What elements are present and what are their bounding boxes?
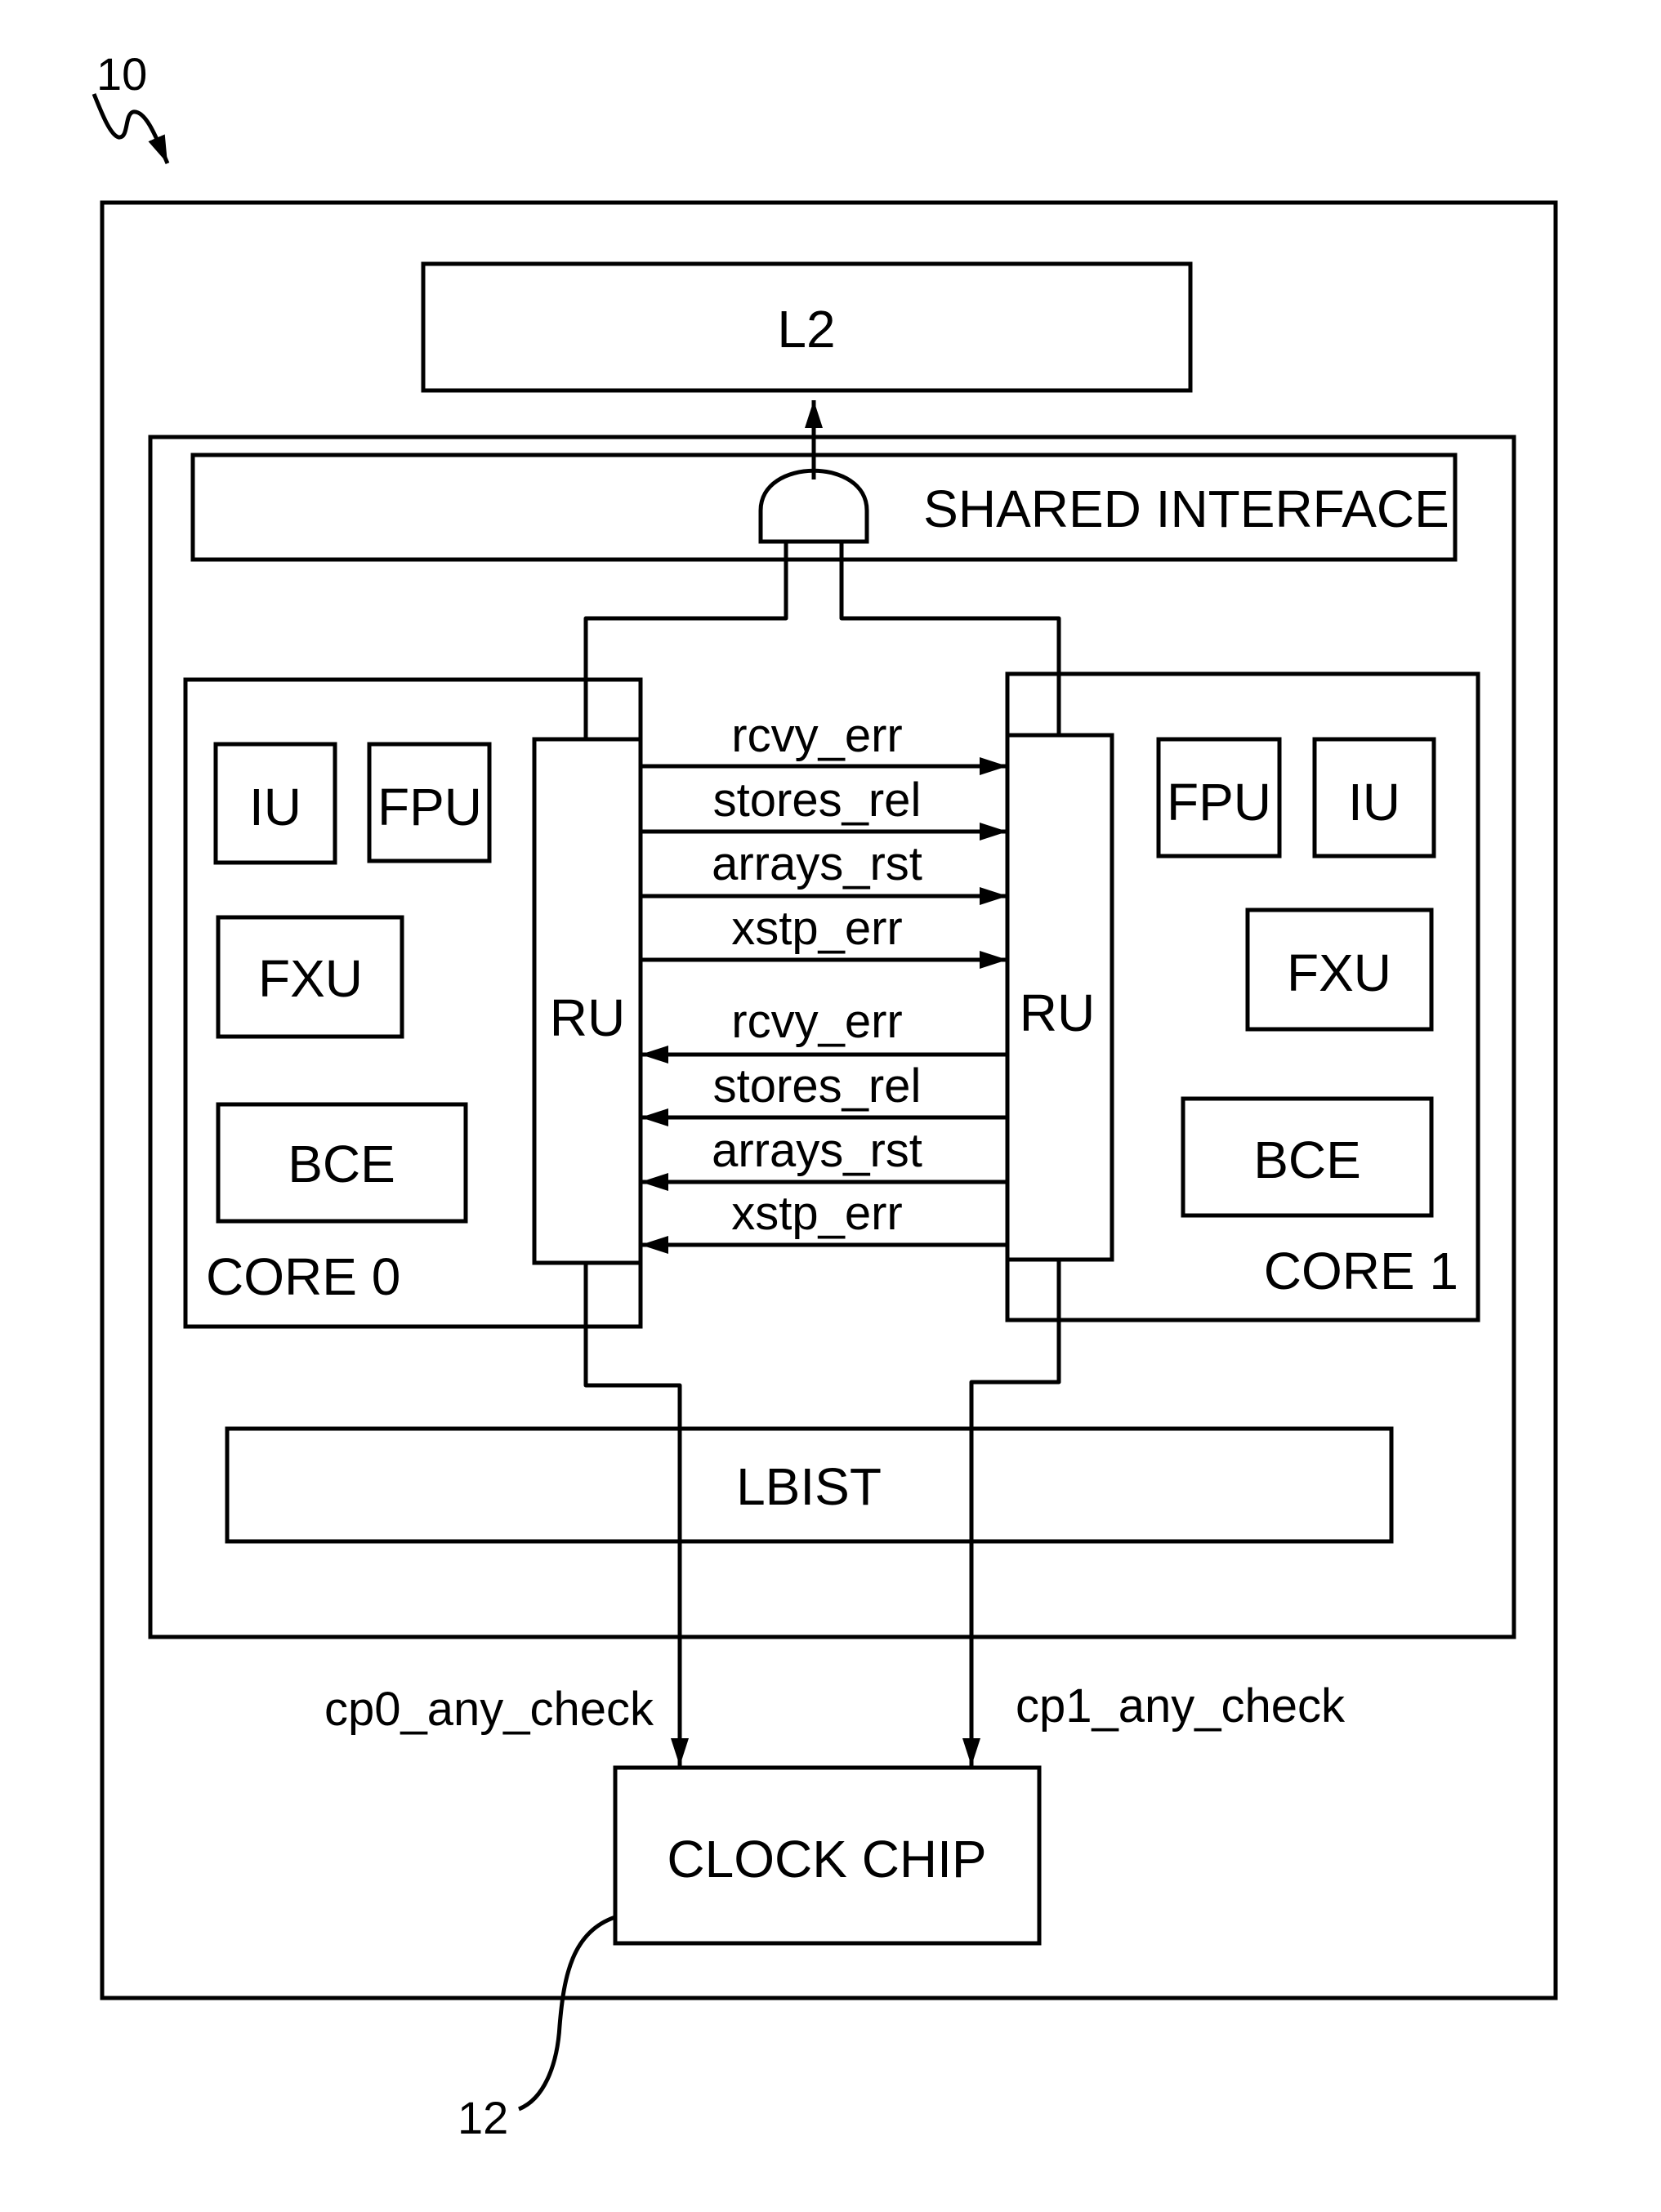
core0-fpu-label: FPU [377, 778, 482, 836]
wire-ru1-to-and [839, 542, 1061, 735]
core1-iu-label: IU [1348, 773, 1400, 832]
reference-leader-10 [92, 93, 170, 164]
core1-fxu[interactable]: FXU [1245, 908, 1434, 1032]
core0-label: CORE 0 [206, 1247, 400, 1306]
core1-fpu-label: FPU [1167, 773, 1271, 832]
core0-ru[interactable]: RU [532, 737, 643, 1265]
core0-iu-label: IU [249, 778, 301, 836]
l2-label: L2 [777, 300, 835, 359]
core0-block: CORE 0 IU FPU FXU BCE RU [183, 677, 643, 1329]
reference-leader-12 [517, 1915, 616, 2112]
shared-interface-label: SHARED INTERFACE [923, 479, 1449, 538]
cp1-any-check-label: cp1_any_check [1016, 1679, 1346, 1733]
core1-ru[interactable]: RU [1005, 733, 1114, 1262]
core1-bce-label: BCE [1253, 1131, 1361, 1189]
reference-numeral-10: 10 [96, 48, 147, 100]
signal-label: xstp_err [731, 902, 903, 955]
signal-label: stores_rel [713, 1059, 922, 1113]
core1-iu[interactable]: IU [1312, 737, 1436, 858]
core0-bce[interactable]: BCE [216, 1102, 468, 1224]
signal-label: arrays_rst [712, 837, 922, 890]
core1-block: CORE 1 FPU IU FXU BCE RU [1005, 671, 1480, 1322]
signal-label: arrays_rst [712, 1124, 922, 1177]
core0-fpu[interactable]: FPU [367, 742, 492, 863]
reference-numeral-12: 12 [458, 2092, 508, 2143]
clock-chip-block[interactable]: CLOCK CHIP [613, 1765, 1042, 1946]
core1-fpu[interactable]: FPU [1156, 737, 1282, 858]
diagram-canvas: 10 L2 SHARED INTERFACE CORE 0 IU FPU FXU [92, 48, 1558, 2143]
core1-fxu-label: FXU [1287, 943, 1391, 1002]
core0-fxu-label: FXU [258, 949, 363, 1008]
signals-core1-to-core0: rcvy_err stores_rel arrays_rst xstp_err [641, 995, 1007, 1254]
clock-chip-label: CLOCK CHIP [667, 1830, 986, 1889]
l2-block[interactable]: L2 [421, 261, 1193, 393]
signal-label: rcvy_err [731, 709, 902, 762]
signals-core0-to-core1: rcvy_err stores_rel arrays_rst xstp_err [641, 709, 1007, 969]
core0-ru-label: RU [550, 988, 625, 1047]
signal-label: xstp_err [731, 1187, 903, 1240]
core1-bce[interactable]: BCE [1181, 1096, 1434, 1218]
signal-label: rcvy_err [731, 995, 902, 1048]
core1-ru-label: RU [1020, 983, 1095, 1042]
cp0-any-check-label: cp0_any_check [324, 1683, 654, 1736]
signal-label: stores_rel [713, 774, 922, 827]
and-gate-icon [758, 468, 869, 544]
core0-bce-label: BCE [288, 1135, 395, 1193]
core0-iu[interactable]: IU [213, 742, 337, 865]
lbist-label: LBIST [736, 1457, 882, 1516]
lbist-block[interactable]: LBIST [225, 1426, 1394, 1544]
core1-label: CORE 1 [1264, 1242, 1458, 1300]
core0-fxu[interactable]: FXU [216, 915, 404, 1039]
